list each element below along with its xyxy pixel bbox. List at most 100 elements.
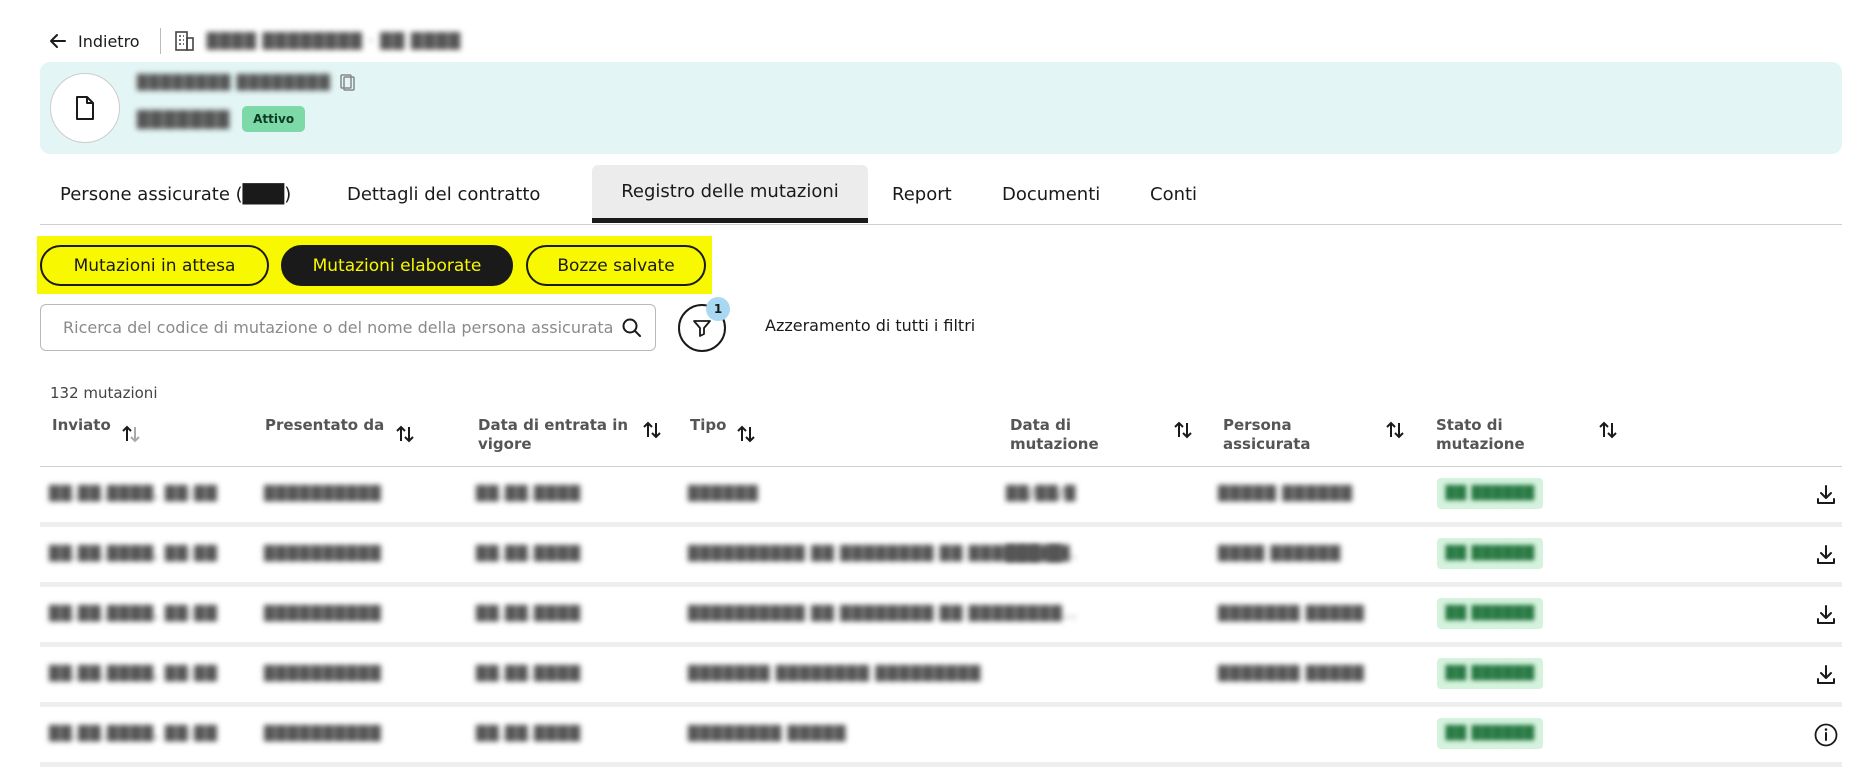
table-row[interactable]: ██.██.████, ██:██ ██████████ ██.██.████ …	[40, 527, 1842, 587]
sort-icon[interactable]	[735, 423, 757, 445]
tab-insured-persons[interactable]: Persone assicurate (███)	[60, 165, 291, 223]
result-count: 132 mutazioni	[50, 384, 158, 402]
sort-icon[interactable]	[641, 419, 663, 441]
segment-processed[interactable]: Mutazioni elaborate	[281, 245, 513, 286]
info-button[interactable]	[1812, 721, 1840, 749]
segment-label: Mutazioni elaborate	[312, 255, 482, 276]
cell-effective-date: ██.██.████	[476, 606, 582, 622]
cell-type: ██████	[688, 486, 759, 502]
column-label: Inviato	[52, 416, 111, 434]
download-icon	[1817, 545, 1835, 564]
cell-submitted-by: ██████████	[264, 666, 382, 682]
download-button[interactable]	[1812, 541, 1840, 569]
segment-label: Bozze salvate	[557, 255, 675, 276]
sort-asc-icon[interactable]	[120, 423, 142, 445]
status-chip: ██ ██████	[1437, 658, 1543, 689]
cell-type: ██████████ ██ ████████ ██ ████████…	[688, 606, 1078, 622]
cell-sent: ██.██.████, ██:██	[49, 546, 218, 562]
divider	[159, 28, 161, 54]
search-icon[interactable]	[621, 317, 643, 339]
info-icon	[1814, 723, 1838, 747]
building-icon	[174, 31, 194, 51]
tab-bar: Persone assicurate (███) Dettagli del co…	[40, 165, 1842, 225]
cell-submitted-by: ██████████	[264, 606, 382, 622]
cell-sent: ██.██.████, ██:██	[49, 606, 218, 622]
top-bar: Indietro ████ ████████ · ██ ████	[48, 26, 461, 56]
tab-label: Dettagli del contratto	[347, 183, 541, 205]
cell-submitted-by: ██████████	[264, 486, 382, 502]
column-header-sent[interactable]: Inviato	[52, 416, 111, 435]
tab-label: Conti	[1150, 183, 1198, 205]
segment-label: Mutazioni in attesa	[73, 255, 236, 276]
document-icon	[76, 96, 94, 120]
mutation-status-segments: Mutazioni in attesa Mutazioni elaborate …	[37, 236, 712, 294]
cell-submitted-by: ██████████	[264, 546, 382, 562]
cell-effective-date: ██.██.████	[476, 726, 582, 742]
cell-sent: ██.██.████, ██:██	[49, 666, 218, 682]
column-header-mutation-date[interactable]: Data di mutazione	[1010, 416, 1110, 454]
table-row[interactable]: ██.██.████, ██:██ ██████████ ██.██.████ …	[40, 467, 1842, 527]
status-badge: Attivo	[242, 106, 306, 132]
download-button[interactable]	[1812, 661, 1840, 689]
search-input[interactable]	[61, 317, 621, 338]
cell-submitted-by: ██████████	[264, 726, 382, 742]
column-header-submitted-by[interactable]: Presentato da	[265, 416, 384, 435]
column-header-effective-date[interactable]: Data di entrata in vigore	[478, 416, 643, 454]
contract-number-row: ███████ Attivo	[137, 106, 306, 132]
contract-number: ███████	[137, 109, 231, 129]
table-row[interactable]: ██.██.████, ██:██ ██████████ ██.██.████ …	[40, 707, 1842, 767]
sort-icon[interactable]	[394, 423, 416, 445]
back-label: Indietro	[78, 31, 140, 51]
column-label: Persona assicurata	[1223, 416, 1311, 453]
cell-insured-person: ███████ █████	[1218, 606, 1365, 622]
column-label: Data di mutazione	[1010, 416, 1099, 453]
cell-mutation-date: ██/██/█	[1006, 486, 1077, 502]
column-label: Stato di mutazione	[1436, 416, 1525, 453]
tab-mutation-register[interactable]: Registro delle mutazioni	[592, 165, 868, 223]
document-avatar	[50, 73, 120, 143]
cell-effective-date: ██.██.████	[476, 666, 582, 682]
column-label: Data di entrata in vigore	[478, 416, 629, 453]
contract-label-row: ████████ ████████	[137, 74, 357, 92]
download-icon	[1817, 485, 1835, 504]
status-chip: ██ ██████	[1437, 478, 1543, 509]
cell-type: ████████ █████	[688, 726, 847, 742]
cell-mutation-date: ███/██	[1006, 546, 1071, 562]
sort-icon[interactable]	[1384, 419, 1406, 441]
cell-insured-person: ████ ██████	[1218, 546, 1342, 562]
cell-type: ███████ ████████ █████████	[688, 666, 982, 682]
column-header-insured-person[interactable]: Persona assicurata	[1223, 416, 1323, 454]
status-text: ██ ██████	[1445, 666, 1535, 681]
column-label: Tipo	[690, 416, 727, 434]
status-chip: ██ ██████	[1437, 538, 1543, 569]
download-button[interactable]	[1812, 601, 1840, 629]
back-button[interactable]: Indietro	[48, 31, 140, 51]
segment-pending[interactable]: Mutazioni in attesa	[40, 245, 269, 286]
table-row[interactable]: ██.██.████, ██:██ ██████████ ██.██.████ …	[40, 587, 1842, 647]
sort-icon[interactable]	[1172, 419, 1194, 441]
breadcrumb: ████ ████████ · ██ ████	[206, 32, 462, 50]
sort-icon[interactable]	[1597, 419, 1619, 441]
reset-filters-link[interactable]: Azzeramento di tutti i filtri	[765, 316, 975, 335]
status-text: ██ ██████	[1445, 546, 1535, 561]
tab-documents[interactable]: Documenti	[1002, 165, 1100, 223]
cell-sent: ██.██.████, ██:██	[49, 486, 218, 502]
contract-banner: ████████ ████████ ███████ Attivo	[40, 62, 1842, 154]
funnel-icon	[693, 320, 711, 337]
contract-label: ████████ ████████	[137, 75, 331, 91]
tab-contract-details[interactable]: Dettagli del contratto	[347, 165, 540, 223]
filter-count-badge: 1	[706, 297, 730, 321]
status-chip: ██ ██████	[1437, 718, 1543, 749]
column-header-type[interactable]: Tipo	[690, 416, 726, 435]
segment-drafts[interactable]: Bozze salvate	[526, 245, 706, 286]
tab-label: Registro delle mutazioni	[621, 181, 839, 202]
cell-insured-person: █████ ██████	[1218, 486, 1353, 502]
copy-icon[interactable]	[339, 74, 357, 92]
table-row[interactable]: ██.██.████, ██:██ ██████████ ██.██.████ …	[40, 647, 1842, 707]
column-header-mutation-status[interactable]: Stato di mutazione	[1436, 416, 1536, 454]
download-button[interactable]	[1812, 481, 1840, 509]
search-box	[40, 304, 656, 351]
tab-accounts[interactable]: Conti	[1150, 165, 1197, 223]
tab-report[interactable]: Report	[892, 165, 952, 223]
status-text: ██ ██████	[1445, 726, 1535, 741]
